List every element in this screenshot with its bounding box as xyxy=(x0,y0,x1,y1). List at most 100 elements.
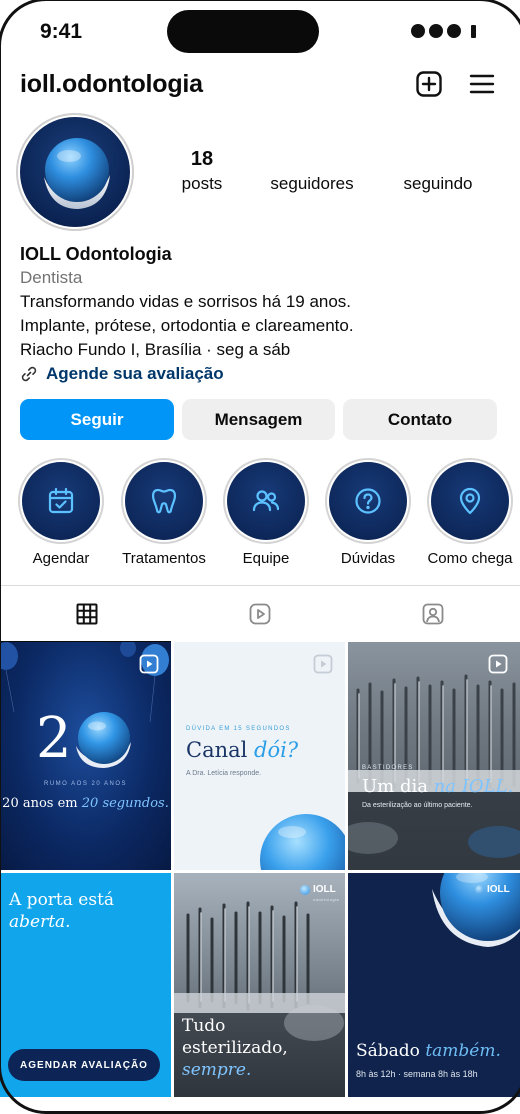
post-cta-button: AGENDAR AVALIAÇÃO xyxy=(8,1049,160,1081)
post-title: Tudo esterilizado, sempre. xyxy=(182,1015,288,1081)
highlight-ring xyxy=(427,458,513,544)
post-title-text: Um dia xyxy=(362,776,434,797)
stat-followers-number xyxy=(262,148,362,171)
post-title-emphasis: dói? xyxy=(254,738,299,762)
post-title-text: Canal xyxy=(186,738,255,762)
plus-square-icon[interactable] xyxy=(415,70,443,98)
highlight-ring xyxy=(18,458,104,544)
highlight-ring xyxy=(121,458,207,544)
bio-name: IOLL Odontologia xyxy=(20,244,172,264)
post-title-emphasis: aberta. xyxy=(9,912,71,932)
reels-icon xyxy=(249,603,270,625)
post-title-text: Sábado xyxy=(356,1041,426,1061)
signal-dot xyxy=(411,24,425,38)
message-button[interactable]: Mensagem xyxy=(182,399,335,440)
hamburger-menu-icon[interactable] xyxy=(469,70,497,98)
logo-sphere-icon xyxy=(475,885,484,894)
stat-followers[interactable]: seguidores xyxy=(262,148,362,194)
stat-posts-number: 18 xyxy=(190,148,214,170)
stat-following-label: seguindo xyxy=(403,174,473,193)
map-pin-icon xyxy=(459,487,481,515)
highlight-ring xyxy=(223,458,309,544)
follow-button[interactable]: Seguir xyxy=(20,399,174,440)
highlight-cover xyxy=(22,462,100,540)
dynamic-island xyxy=(167,10,319,53)
highlight-cover xyxy=(329,462,407,540)
post-title-emphasis: na IOLL. xyxy=(433,776,514,797)
logo-subtext: odontologia xyxy=(313,897,340,902)
highlight-duvidas[interactable]: Dúvidas xyxy=(323,458,413,567)
avatar[interactable] xyxy=(20,117,130,227)
bio-line: Riacho Fundo I, Brasília · seg a sáb xyxy=(20,340,291,359)
logo-text: IOLL xyxy=(487,884,510,895)
highlight-agendar[interactable]: Agendar xyxy=(16,458,106,567)
status-time: 9:41 xyxy=(40,20,83,43)
post-caption-emphasis: 20 segundos. xyxy=(81,796,169,811)
highlight-label: Dúvidas xyxy=(340,550,396,567)
tab-grid[interactable] xyxy=(0,586,173,643)
highlight-label: Como chega xyxy=(427,550,513,567)
stat-following-number xyxy=(392,148,484,171)
highlight-como-chegar[interactable]: Como chega xyxy=(425,458,515,567)
post-kicker: RUMO AOS 20 ANOS xyxy=(43,781,128,787)
calendar-check-icon xyxy=(48,487,74,514)
tooth-icon xyxy=(151,488,177,514)
post-title: Sábado também. xyxy=(356,1041,501,1061)
post-title: A porta está aberta. xyxy=(9,889,114,933)
contact-button[interactable]: Contato xyxy=(343,399,497,440)
sphere-decoration xyxy=(432,873,520,947)
bio-line: Transformando vidas e sorrisos há 19 ano… xyxy=(20,292,352,311)
post-subtitle: A Dra. Letícia responde. xyxy=(186,770,262,777)
post-tile[interactable]: A porta está aberta. AGENDAR AVALIAÇÃO xyxy=(0,873,171,1097)
ioll-logo-sphere xyxy=(44,138,110,209)
signal-dot xyxy=(447,24,461,38)
highlight-label: Equipe xyxy=(242,550,290,567)
post-title: Canal dói? xyxy=(186,738,298,762)
sphere-decoration xyxy=(260,814,345,870)
reels-icon xyxy=(139,654,159,674)
ioll-logo: IOLL xyxy=(475,884,510,895)
tab-tagged[interactable] xyxy=(346,586,519,642)
profile-tabs xyxy=(0,585,520,643)
dental-instruments-photo xyxy=(348,642,520,870)
post-subtitle: 8h às 12h · semana 8h às 18h xyxy=(356,1069,478,1079)
bio-line: Implante, prótese, ortodontia e clareame… xyxy=(20,316,354,335)
profile-bio: IOLL Odontologia Dentista Transformando … xyxy=(20,242,500,386)
post-tile[interactable]: IOLL Sábado também. 8h às 12h · semana 8… xyxy=(348,873,520,1097)
post-tile[interactable]: IOLL odontologia Tudo esterilizado, semp… xyxy=(174,873,345,1097)
post-kicker: BASTIDORES xyxy=(362,765,414,771)
balloons-decoration xyxy=(0,642,169,768)
post-tile[interactable]: BASTIDORES Um dia na IOLL. Da esteriliza… xyxy=(348,642,520,870)
stat-followers-label: seguidores xyxy=(270,174,354,193)
post-tile[interactable]: 2 RUMO AOS 20 ANOS 20 anos em 20 segundo… xyxy=(0,642,171,870)
post-tile[interactable]: DÚVIDA EM 15 SEGUNDOS Canal dói? A Dra. … xyxy=(174,642,345,870)
question-circle-icon xyxy=(355,488,381,514)
post-title-emphasis: também. xyxy=(425,1041,501,1061)
tab-reels[interactable] xyxy=(173,586,346,642)
tagged-person-icon xyxy=(422,603,443,625)
stat-following[interactable]: seguindo xyxy=(392,148,484,194)
highlight-label: Tratamentos xyxy=(122,550,206,567)
highlight-cover xyxy=(431,462,509,540)
reels-icon xyxy=(488,654,508,674)
stat-posts[interactable]: 18 posts xyxy=(172,148,232,194)
post-title: Um dia na IOLL. xyxy=(362,776,513,797)
highlight-tratamentos[interactable]: Tratamentos xyxy=(119,458,209,567)
bio-link-label: Agende sua avaliação xyxy=(46,364,224,383)
link-icon xyxy=(21,366,37,382)
post-subtitle: Da esterilização ao último paciente. xyxy=(362,802,473,809)
ioll-logo: IOLL xyxy=(300,884,336,895)
profile-username: ioll.odontologia xyxy=(20,70,203,98)
highlight-ring xyxy=(325,458,411,544)
signal-dot xyxy=(429,24,443,38)
phone-screen: 9:41 ioll.odontologia 18 posts seguidore… xyxy=(0,0,520,1097)
highlight-equipe[interactable]: Equipe xyxy=(221,458,311,567)
bio-category: Dentista xyxy=(20,268,83,287)
bio-link[interactable]: Agende sua avaliação xyxy=(20,362,500,386)
post-title-emphasis: sempre. xyxy=(182,1060,252,1080)
post-title-text: esterilizado, xyxy=(182,1038,288,1058)
post-kicker: DÚVIDA EM 15 SEGUNDOS xyxy=(186,726,291,732)
highlight-cover xyxy=(125,462,203,540)
post-big-number: 2 xyxy=(36,706,72,771)
users-icon xyxy=(252,490,280,512)
